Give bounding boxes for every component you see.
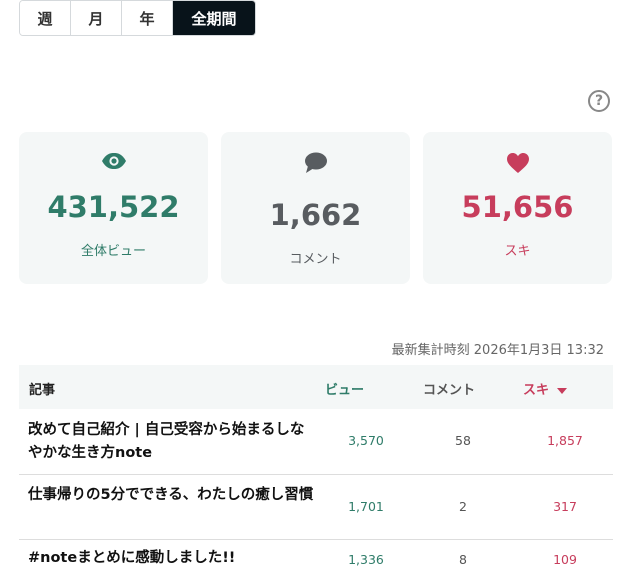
article-likes: 317 [553,499,577,514]
eye-icon [19,152,208,176]
tab-all-time[interactable]: 全期間 [173,1,255,35]
help-icon[interactable]: ? [588,90,610,112]
article-title[interactable]: 改めて自己紹介 | 自己受容から始まるしなやかな生き方note [28,419,318,465]
column-header-likes-label: スキ [523,383,550,398]
table-header: 記事 ビュー コメント スキ [19,365,613,409]
article-views: 3,570 [348,433,384,448]
tab-month[interactable]: 月 [71,1,122,35]
article-views: 1,336 [348,552,384,567]
article-title[interactable]: #noteまとめに感動しました!! [28,547,318,570]
article-likes: 109 [553,552,577,567]
column-header-likes[interactable]: スキ [523,379,568,398]
total-likes-label: スキ [504,244,531,259]
column-header-comments[interactable]: コメント [423,379,475,398]
column-header-article: 記事 [29,383,56,398]
column-header-views[interactable]: ビュー [325,379,364,398]
period-tabs: 週 月 年 全期間 [19,0,256,36]
article-comments: 58 [455,433,471,448]
total-views-label: 全体ビュー [80,244,146,259]
article-likes: 1,857 [547,433,583,448]
last-updated-timestamp: 最新集計時刻 2026年1月3日 13:32 [391,343,604,358]
table-row: 改めて自己紹介 | 自己受容から始まるしなやかな生き方note 3,570 58… [19,409,613,475]
total-comments-value: 1,662 [269,198,362,232]
tab-week[interactable]: 週 [20,1,71,35]
article-comments: 8 [459,552,467,567]
views-stat-card: 431,522 全体ビュー [19,132,208,284]
article-comments: 2 [459,499,467,514]
total-likes-value: 51,656 [461,190,574,224]
total-views-value: 431,522 [47,190,180,224]
comment-icon [221,152,410,176]
article-views: 1,701 [348,499,384,514]
sort-desc-icon [557,387,568,394]
tab-year[interactable]: 年 [122,1,173,35]
likes-stat-card: 51,656 スキ [423,132,612,284]
total-comments-label: コメント [289,252,342,267]
heart-icon [423,152,612,176]
table-row: 仕事帰りの5分でできる、わたしの癒し習慣 1,701 2 317 [19,475,613,540]
article-title[interactable]: 仕事帰りの5分でできる、わたしの癒し習慣 [28,484,318,507]
table-row: #noteまとめに感動しました!! 1,336 8 109 [19,540,613,576]
comments-stat-card: 1,662 コメント [221,132,410,284]
